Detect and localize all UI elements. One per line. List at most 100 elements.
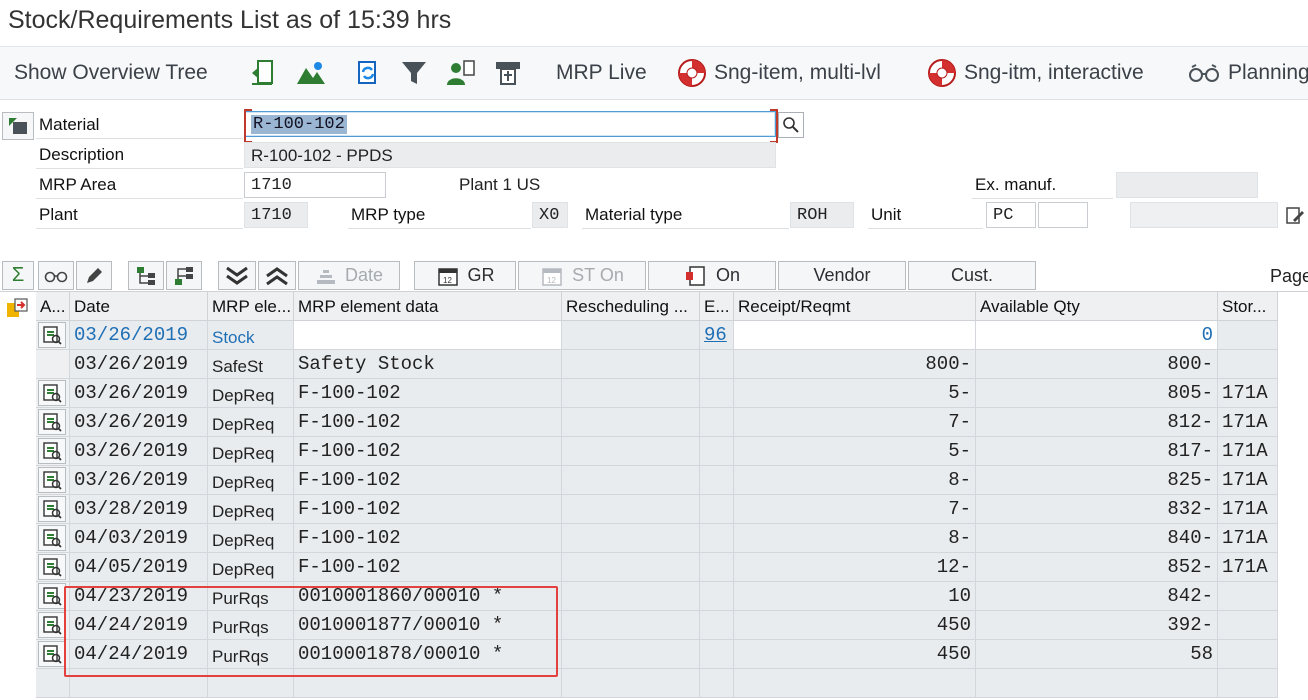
single-item-interactive-button[interactable]: Sng-itm, interactive bbox=[964, 47, 1144, 99]
gr-button-label: GR bbox=[467, 265, 495, 285]
table-row[interactable]: 03/26/2019 Stock 96 0 bbox=[0, 321, 1278, 350]
gr-button[interactable]: 12 GR bbox=[414, 261, 516, 290]
page-label: Page bbox=[1270, 266, 1308, 286]
cell-available-qty: 58 bbox=[976, 640, 1218, 669]
focus-bracket-right bbox=[770, 109, 778, 143]
refresh-document-icon[interactable] bbox=[352, 57, 384, 89]
cell-receipt-reqmt: 800- bbox=[734, 350, 976, 379]
collapse-header-icon[interactable] bbox=[2, 112, 34, 140]
cell-mrp-element: DepReq bbox=[208, 408, 294, 437]
element-detail-icon[interactable] bbox=[38, 496, 66, 522]
filter-icon[interactable] bbox=[398, 57, 430, 89]
col-header-date[interactable]: Date bbox=[70, 292, 208, 321]
cell-date: 03/26/2019 bbox=[70, 466, 208, 495]
cell-available-qty: 0 bbox=[976, 321, 1218, 350]
export-icon[interactable] bbox=[2, 294, 32, 320]
date-button[interactable]: Date bbox=[298, 261, 400, 290]
table-row[interactable]: 04/23/2019 PurRqs 0010001860/00010 * 10 842- bbox=[0, 582, 1278, 611]
element-detail-icon[interactable] bbox=[38, 467, 66, 493]
material-type-field: ROH bbox=[790, 202, 854, 228]
cell-available-qty: 842- bbox=[976, 582, 1218, 611]
element-detail-icon[interactable] bbox=[38, 583, 66, 609]
element-detail-icon[interactable] bbox=[38, 525, 66, 551]
st-on-button[interactable]: 12 ST On bbox=[518, 261, 646, 290]
col-header-receipt-reqmt[interactable]: Receipt/Reqmt bbox=[734, 292, 976, 321]
mrp-area-field[interactable]: 1710 bbox=[244, 172, 386, 198]
table-row[interactable]: 03/26/2019 DepReq F-100-102 8- 825- 171A bbox=[0, 466, 1278, 495]
glasses-icon[interactable] bbox=[1188, 57, 1220, 89]
col-header-available-qty[interactable]: Available Qty bbox=[976, 292, 1218, 321]
user-settings-icon[interactable] bbox=[444, 57, 476, 89]
cell-date: 03/26/2019 bbox=[70, 437, 208, 466]
on-button[interactable]: On bbox=[648, 261, 776, 290]
element-detail-icon[interactable] bbox=[38, 380, 66, 406]
cell-mrp-element-data: F-100-102 bbox=[294, 437, 562, 466]
mrp-live-button[interactable]: MRP Live bbox=[556, 47, 647, 99]
element-detail-icon[interactable] bbox=[38, 438, 66, 464]
col-header-storage[interactable]: Stor... bbox=[1218, 292, 1278, 321]
edit-button[interactable] bbox=[76, 261, 112, 290]
calendar-icon: 12 bbox=[437, 267, 458, 286]
expand-hierarchy-button[interactable] bbox=[128, 261, 164, 290]
cell-e bbox=[700, 640, 734, 669]
cell-e bbox=[700, 379, 734, 408]
table-row[interactable]: 03/28/2019 DepReq F-100-102 7- 832- 171A bbox=[0, 495, 1278, 524]
lifebuoy-icon[interactable] bbox=[926, 57, 958, 89]
table-row[interactable]: 03/26/2019 DepReq F-100-102 5- 817- 171A bbox=[0, 437, 1278, 466]
col-header-mrp-element-data[interactable]: MRP element data bbox=[294, 292, 562, 321]
unit-field[interactable]: PC bbox=[986, 202, 1036, 228]
print-export-icon[interactable] bbox=[492, 57, 524, 89]
cell-receipt-reqmt bbox=[734, 321, 976, 350]
table-row[interactable]: 04/24/2019 PurRqs 0010001878/00010 * 450 58 bbox=[0, 640, 1278, 669]
material-type-label: Material type bbox=[582, 202, 789, 229]
material-input[interactable]: R-100-102 bbox=[244, 111, 776, 137]
details-button[interactable] bbox=[38, 261, 74, 290]
col-header-e[interactable]: E... bbox=[700, 292, 734, 321]
element-detail-icon[interactable] bbox=[38, 322, 66, 348]
cell-a bbox=[36, 408, 70, 437]
ex-manuf-label: Ex. manuf. bbox=[972, 172, 1113, 199]
sum-button[interactable]: Σ bbox=[2, 261, 34, 290]
customer-button[interactable]: Cust. bbox=[908, 261, 1036, 290]
collapse-hierarchy-button[interactable] bbox=[166, 261, 202, 290]
cell-available-qty: 825- bbox=[976, 466, 1218, 495]
element-detail-icon[interactable] bbox=[38, 641, 66, 667]
cell-e[interactable]: 96 bbox=[700, 321, 734, 350]
on-button-label: On bbox=[715, 265, 740, 285]
col-header-a[interactable]: A... bbox=[36, 292, 70, 321]
cell-e bbox=[700, 350, 734, 379]
empty-cell bbox=[1218, 669, 1278, 698]
edit-document-icon[interactable] bbox=[1284, 204, 1306, 226]
mountain-chart-icon[interactable] bbox=[295, 57, 327, 89]
sigma-icon: Σ bbox=[11, 264, 25, 286]
unit-extra-field[interactable] bbox=[1038, 202, 1088, 228]
element-detail-icon[interactable] bbox=[38, 409, 66, 435]
table-row[interactable]: 04/05/2019 DepReq F-100-102 12- 852- 171A bbox=[0, 553, 1278, 582]
col-header-rescheduling[interactable]: Rescheduling ... bbox=[562, 292, 700, 321]
table-row[interactable]: 04/24/2019 PurRqs 0010001877/00010 * 450 392… bbox=[0, 611, 1278, 640]
single-item-multi-level-button[interactable]: Sng-item, multi-lvl bbox=[714, 47, 881, 99]
lifebuoy-icon[interactable] bbox=[676, 57, 708, 89]
material-header-form: Material R-100-102 Description R-100-102… bbox=[0, 100, 1308, 245]
back-document-icon[interactable] bbox=[246, 57, 278, 89]
vendor-button[interactable]: Vendor bbox=[778, 261, 906, 290]
cell-date: 04/24/2019 bbox=[70, 611, 208, 640]
cell-rescheduling bbox=[562, 640, 700, 669]
search-help-icon[interactable] bbox=[778, 112, 804, 138]
table-row[interactable]: 03/26/2019 SafeSt Safety Stock 800- 800- bbox=[0, 350, 1278, 379]
cell-mrp-element-data: F-100-102 bbox=[294, 524, 562, 553]
description-label: Description bbox=[36, 142, 243, 169]
element-detail-icon[interactable] bbox=[38, 554, 66, 580]
table-row[interactable]: 03/26/2019 DepReq F-100-102 5- 805- 171A bbox=[0, 379, 1278, 408]
element-detail-icon[interactable] bbox=[38, 612, 66, 638]
table-row[interactable]: 03/26/2019 DepReq F-100-102 7- 812- 171A bbox=[0, 408, 1278, 437]
cell-a bbox=[36, 379, 70, 408]
planning-button[interactable]: Planning bbox=[1228, 47, 1308, 99]
col-header-mrp-element[interactable]: MRP ele... bbox=[208, 292, 294, 321]
expand-all-button[interactable] bbox=[218, 261, 256, 290]
title-bar: Stock/Requirements List as of 15:39 hrs bbox=[0, 0, 1308, 47]
collapse-all-button[interactable] bbox=[258, 261, 296, 290]
table-row[interactable]: 04/03/2019 DepReq F-100-102 8- 840- 171A bbox=[0, 524, 1278, 553]
show-overview-tree-button[interactable]: Show Overview Tree bbox=[14, 47, 208, 99]
cell-e bbox=[700, 582, 734, 611]
